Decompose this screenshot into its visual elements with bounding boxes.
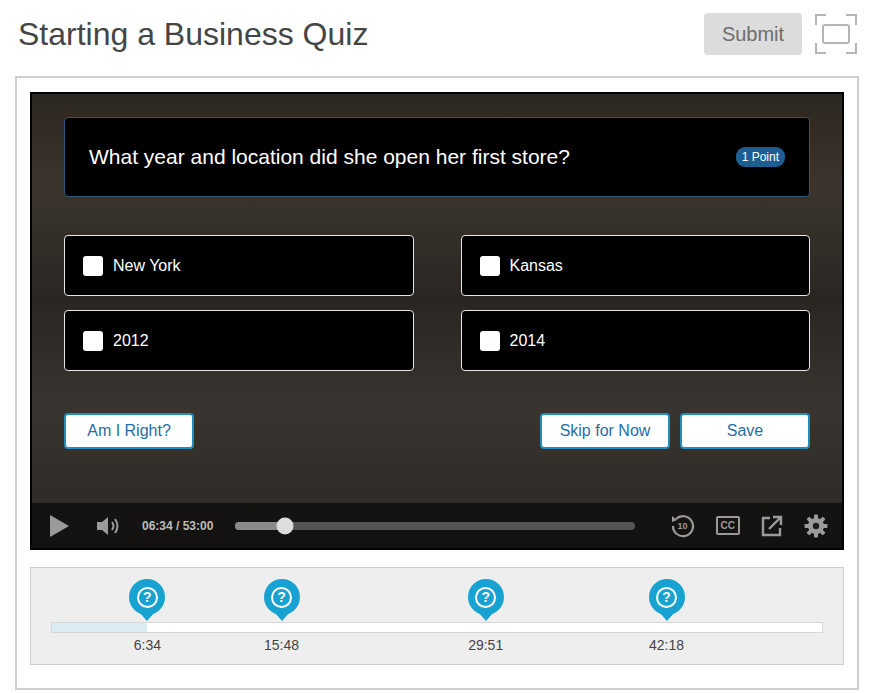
option-label: 2014	[510, 332, 546, 350]
answer-option[interactable]: New York	[64, 235, 414, 296]
video-player: What year and location did she open her …	[30, 92, 844, 550]
quiz-page: Starting a Business Quiz Submit What yea…	[0, 0, 879, 693]
question-pin-icon[interactable]: ?	[649, 579, 685, 615]
gear-icon[interactable]	[804, 514, 828, 538]
question-marker[interactable]: ?	[468, 579, 504, 615]
checkbox[interactable]	[480, 256, 500, 276]
player-controls: 06:34 / 53:00 10 CC	[32, 503, 842, 548]
question-pin-icon[interactable]: ?	[468, 579, 504, 615]
submit-button[interactable]: Submit	[704, 13, 802, 55]
option-label: New York	[113, 257, 181, 275]
marker-time: 29:51	[468, 637, 503, 653]
answer-option[interactable]: 2012	[64, 310, 414, 371]
checkbox[interactable]	[480, 331, 500, 351]
checkbox[interactable]	[83, 331, 103, 351]
points-badge: 1 Point	[736, 147, 785, 167]
question-timeline: ? 6:34? 15:48? 29:51? 42:18	[30, 567, 844, 665]
captions-button[interactable]: CC	[716, 516, 740, 535]
answer-option[interactable]: 2014	[461, 310, 811, 371]
play-icon[interactable]	[48, 514, 70, 538]
question-pin-icon[interactable]: ?	[264, 579, 300, 615]
quiz-title: Starting a Business Quiz	[18, 16, 368, 53]
question-marker[interactable]: ?	[264, 579, 300, 615]
time-display: 06:34 / 53:00	[142, 519, 213, 533]
timeline-track: ? 6:34? 15:48? 29:51? 42:18	[51, 622, 823, 633]
fullscreen-icon[interactable]	[814, 13, 858, 55]
marker-time: 6:34	[134, 637, 161, 653]
question-marker[interactable]: ?	[129, 579, 165, 615]
popout-icon[interactable]	[760, 514, 784, 538]
answer-option[interactable]: Kansas	[461, 235, 811, 296]
marker-time: 42:18	[649, 637, 684, 653]
seek-bar[interactable]	[235, 522, 635, 530]
question-marker[interactable]: ?	[649, 579, 685, 615]
header: Starting a Business Quiz Submit	[0, 0, 879, 55]
marker-time: 15:48	[264, 637, 299, 653]
checkbox[interactable]	[83, 256, 103, 276]
quiz-frame: What year and location did she open her …	[15, 76, 859, 690]
question-pin-icon[interactable]: ?	[129, 579, 165, 615]
option-label: Kansas	[510, 257, 563, 275]
option-label: 2012	[113, 332, 149, 350]
action-button[interactable]: Skip for Now	[540, 413, 670, 449]
question-text: What year and location did she open her …	[89, 145, 570, 169]
seek-thumb[interactable]	[276, 517, 293, 534]
volume-icon[interactable]	[96, 515, 122, 537]
question-box: What year and location did she open her …	[64, 117, 810, 197]
action-button[interactable]: Save	[680, 413, 810, 449]
answer-options: New York Kansas 2012 2014	[64, 235, 810, 371]
action-button[interactable]: Am I Right?	[64, 413, 194, 449]
quiz-actions: Am I Right? Skip for Now Save	[64, 413, 810, 449]
replay-icon[interactable]: 10	[670, 513, 696, 539]
